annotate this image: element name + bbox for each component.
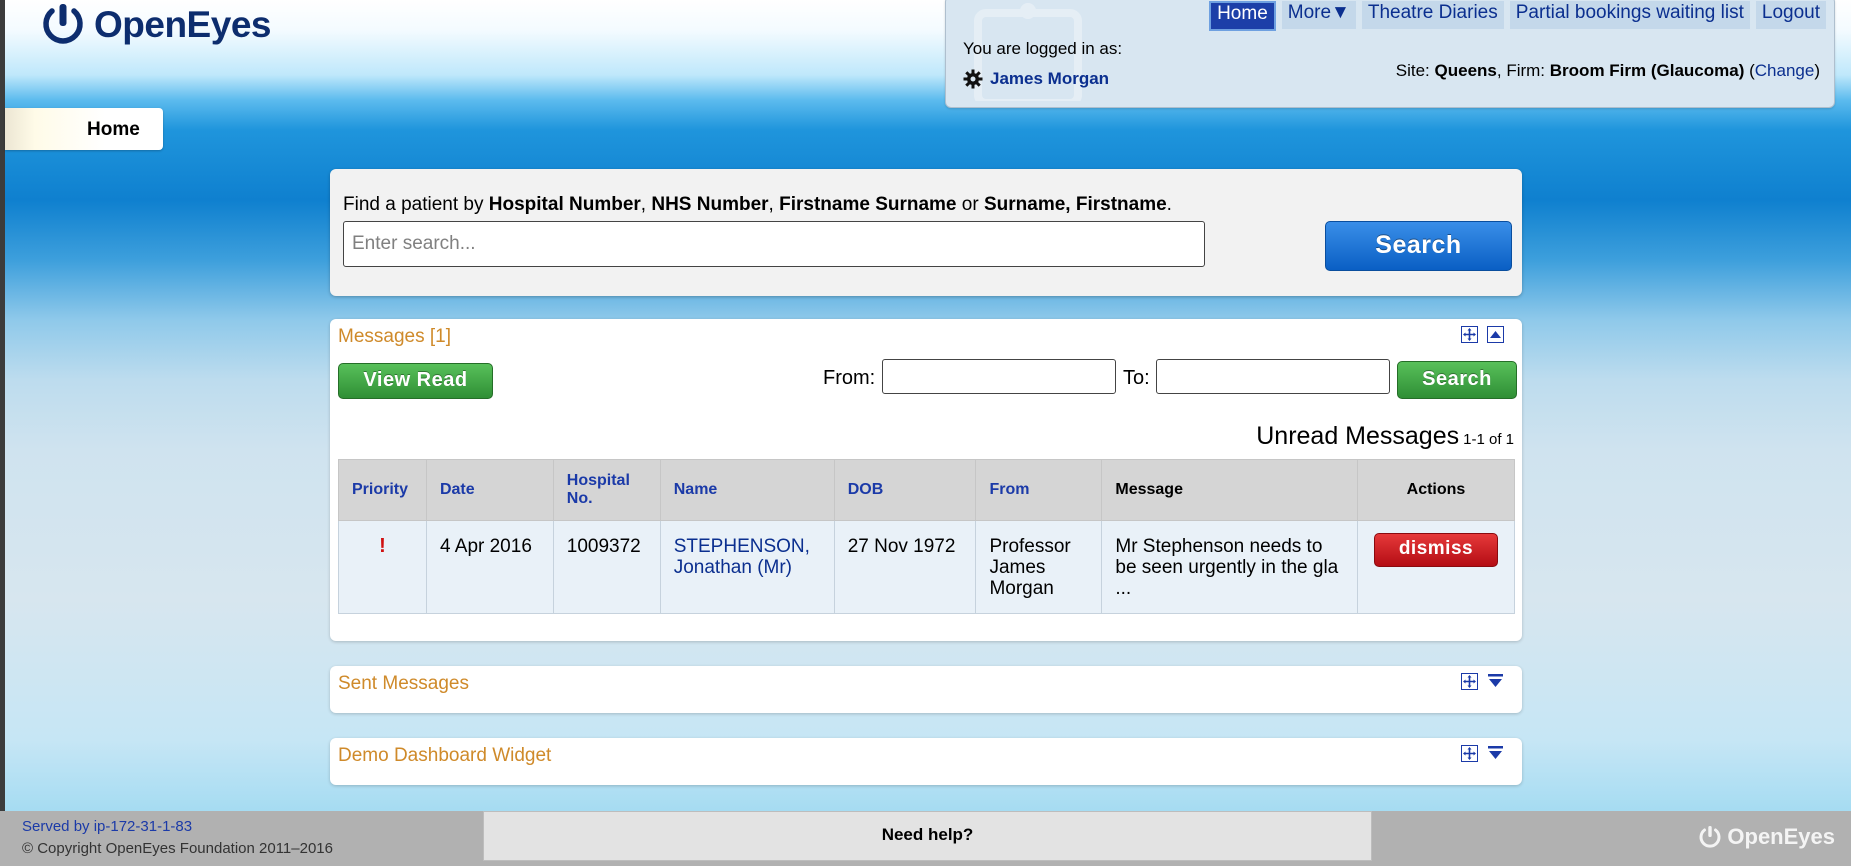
- dismiss-button[interactable]: dismiss: [1373, 533, 1498, 567]
- unread-count: 1-1 of 1: [1463, 431, 1514, 448]
- name-cell: STEPHENSON, Jonathan (Mr): [659, 520, 835, 614]
- logo-text: OpenEyes: [94, 4, 271, 45]
- hint-prefix: Find a patient by: [343, 194, 484, 215]
- footer: Served by ip-172-31-1-83 © Copyright Ope…: [0, 811, 1851, 866]
- user-line: James Morgan: [963, 69, 1109, 89]
- tab-home-label: Home: [87, 119, 140, 140]
- tab-home[interactable]: Home: [5, 108, 163, 150]
- col-dob[interactable]: DOB: [833, 459, 977, 521]
- hint-comma: ,: [768, 194, 774, 215]
- collapse-icon[interactable]: [1487, 326, 1504, 343]
- expand-icon[interactable]: [1461, 745, 1478, 762]
- message-cell[interactable]: Mr Stephenson needs to be seen urgently …: [1101, 520, 1358, 614]
- col-name[interactable]: Name: [659, 459, 835, 521]
- date-cell: 4 Apr 2016: [425, 520, 554, 614]
- copyright-text: © Copyright OpenEyes Foundation 2011–201…: [22, 840, 333, 857]
- messages-table: Priority Date Hospital No. Name DOB From…: [338, 459, 1516, 614]
- hint-period: .: [1166, 194, 1172, 215]
- unread-title: Unread Messages: [1256, 422, 1460, 450]
- table-row: ! 4 Apr 2016 1009372 STEPHENSON, Jonatha…: [338, 520, 1516, 614]
- priority-cell: !: [338, 520, 427, 614]
- nav-more[interactable]: More▼: [1281, 1, 1356, 29]
- from-cell: Professor James Morgan: [975, 520, 1103, 614]
- to-date-input[interactable]: [1156, 359, 1390, 394]
- urgent-priority-icon: !: [379, 535, 386, 557]
- top-nav: Home More▼ Theatre Diaries Partial booki…: [1209, 1, 1826, 31]
- to-label: To:: [1123, 367, 1150, 389]
- nav-theatre-diaries[interactable]: Theatre Diaries: [1361, 1, 1504, 29]
- hint-firstname-surname: Firstname Surname: [779, 194, 957, 215]
- expand-down-icon[interactable]: [1487, 745, 1504, 762]
- actions-cell: dismiss: [1356, 520, 1516, 614]
- logged-in-label: You are logged in as:: [963, 39, 1123, 58]
- footer-logo: OpenEyes: [1698, 824, 1835, 850]
- widget-controls: [1461, 673, 1504, 690]
- widget-controls: [1461, 745, 1504, 762]
- expand-icon[interactable]: [1461, 673, 1478, 690]
- messages-search-button[interactable]: Search: [1397, 361, 1517, 399]
- col-hospital-no[interactable]: Hospital No.: [552, 459, 661, 521]
- site-value: Queens: [1434, 61, 1497, 80]
- hint-surname-firstname: Surname, Firstname: [983, 194, 1167, 215]
- gear-icon[interactable]: [963, 69, 983, 89]
- firm-value: Broom Firm (Glaucoma): [1549, 61, 1745, 80]
- hint-or: or: [961, 194, 979, 215]
- site-label: Site:: [1395, 61, 1430, 80]
- hint-hospital-number: Hospital Number: [488, 194, 641, 215]
- hint-nhs-number: NHS Number: [651, 194, 769, 215]
- footer-logo-text: OpenEyes: [1727, 824, 1835, 849]
- hospital-no-cell: 1009372: [552, 520, 661, 614]
- sent-messages-title[interactable]: Sent Messages: [338, 673, 469, 695]
- nav-partial-bookings[interactable]: Partial bookings waiting list: [1509, 1, 1750, 29]
- from-label: From:: [823, 367, 876, 389]
- search-hint: Find a patient by Hospital Number, NHS N…: [343, 194, 1172, 216]
- from-date-input[interactable]: [882, 359, 1116, 394]
- widget-controls: [1461, 326, 1504, 343]
- power-eye-icon: [1699, 826, 1721, 848]
- expand-down-icon[interactable]: [1487, 673, 1504, 690]
- openeyes-logo[interactable]: OpenEyes: [40, 2, 271, 48]
- sent-messages-widget: Sent Messages: [330, 666, 1522, 713]
- patient-search-input[interactable]: [343, 221, 1205, 267]
- col-from[interactable]: From: [975, 459, 1103, 521]
- user-panel: Home More▼ Theatre Diaries Partial booki…: [945, 0, 1835, 108]
- patient-name-link[interactable]: STEPHENSON, Jonathan (Mr): [674, 536, 810, 578]
- unread-messages-heading: Unread Messages 1-1 of 1: [1256, 422, 1514, 451]
- dob-cell: 27 Nov 1972: [833, 520, 977, 614]
- demo-dashboard-widget: Demo Dashboard Widget: [330, 738, 1522, 785]
- messages-widget: Messages [1] View Read From: To: Search …: [330, 319, 1522, 641]
- messages-title[interactable]: Messages [1]: [338, 326, 451, 348]
- power-eye-icon: [43, 4, 83, 44]
- patient-search-button[interactable]: Search: [1325, 221, 1512, 271]
- patient-search-panel: Find a patient by Hospital Number, NHS N…: [330, 169, 1522, 296]
- table-header-row: Priority Date Hospital No. Name DOB From…: [338, 459, 1516, 521]
- change-firm-link[interactable]: Change: [1755, 61, 1815, 80]
- served-by-text: Served by ip-172-31-1-83: [22, 818, 193, 835]
- col-date[interactable]: Date: [425, 459, 554, 521]
- demo-widget-title[interactable]: Demo Dashboard Widget: [338, 745, 551, 767]
- col-message: Message: [1101, 459, 1358, 521]
- expand-icon[interactable]: [1461, 326, 1478, 343]
- hint-comma: ,: [640, 194, 647, 215]
- site-firm-line: Site: Queens, Firm: Broom Firm (Glaucoma…: [1395, 61, 1820, 80]
- col-priority[interactable]: Priority: [338, 459, 427, 521]
- nav-home[interactable]: Home: [1209, 1, 1276, 31]
- firm-label: Firm:: [1506, 61, 1546, 80]
- user-name-link[interactable]: James Morgan: [990, 69, 1109, 89]
- nav-logout[interactable]: Logout: [1755, 1, 1826, 29]
- view-read-button[interactable]: View Read: [338, 363, 493, 399]
- col-actions: Actions: [1356, 459, 1516, 521]
- need-help-button[interactable]: Need help?: [483, 811, 1372, 861]
